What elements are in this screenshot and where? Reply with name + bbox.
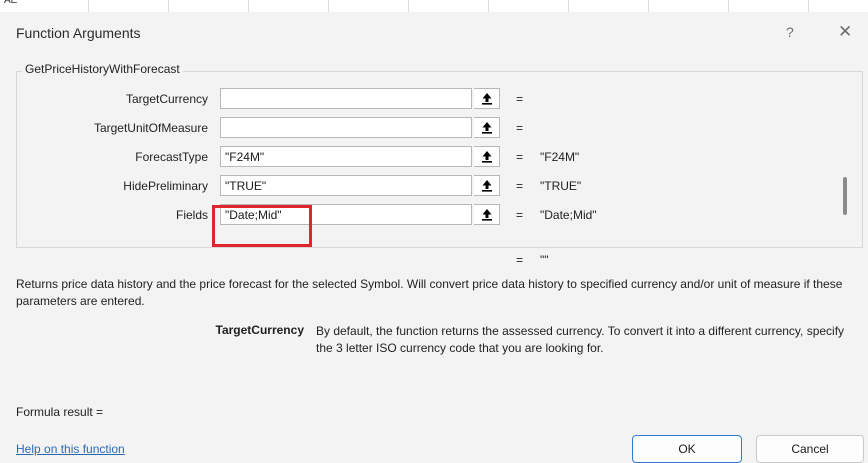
arg-result-forecasttype: "F24M": [540, 150, 580, 164]
arg-label-fields: Fields: [175, 208, 208, 222]
grid-line: [568, 0, 569, 12]
function-result-value: "": [540, 253, 549, 267]
help-on-function-link[interactable]: Help on this function: [16, 442, 125, 456]
question-mark-icon[interactable]: ?: [786, 24, 794, 40]
grid-line: [168, 0, 169, 12]
arg-label-targetunitofmeasure: TargetUnitOfMeasure: [93, 121, 208, 135]
cancel-button[interactable]: Cancel: [756, 435, 864, 463]
grid-line: [408, 0, 409, 12]
param-help-text: By default, the function returns the ass…: [316, 324, 845, 355]
arg-input-targetcurrency[interactable]: [220, 88, 472, 109]
param-help-name: TargetCurrency: [215, 323, 304, 337]
grid-line: [488, 0, 489, 12]
arg-label-targetcurrency: TargetCurrency: [125, 92, 208, 106]
highlight-box: [212, 205, 312, 247]
scrollbar-thumb[interactable]: [843, 177, 847, 215]
collapse-dialog-arrow-icon[interactable]: [474, 117, 500, 138]
collapse-dialog-arrow-icon[interactable]: [474, 146, 500, 167]
equals-sign: =: [516, 150, 524, 164]
equals-sign: =: [516, 179, 524, 193]
arg-input-targetunitofmeasure[interactable]: [220, 117, 472, 138]
function-arguments-dialog: Function Arguments ? ✕ GetPriceHistoryWi…: [0, 12, 868, 463]
close-icon[interactable]: ✕: [838, 22, 852, 42]
cell-fragment: AE: [4, 0, 18, 6]
grid-line: [648, 0, 649, 12]
function-description: Returns price data history and the price…: [16, 277, 843, 308]
formula-result-label: Formula result =: [16, 405, 104, 419]
grid-line: [808, 0, 809, 12]
function-result-equals: =: [516, 253, 524, 267]
arg-label-forecasttype: ForecastType: [135, 150, 208, 164]
collapse-dialog-arrow-icon[interactable]: [474, 204, 500, 225]
arg-input-forecasttype[interactable]: [220, 146, 472, 167]
grid-line: [248, 0, 249, 12]
dialog-title: Function Arguments: [16, 25, 141, 41]
grid-line: [88, 0, 89, 12]
equals-sign: =: [516, 92, 524, 106]
arg-result-hidepreliminary: "TRUE": [540, 179, 582, 193]
equals-sign: =: [516, 121, 524, 135]
collapse-dialog-arrow-icon[interactable]: [474, 88, 500, 109]
arg-label-hidepreliminary: HidePreliminary: [123, 179, 208, 193]
grid-line: [328, 0, 329, 12]
function-name: GetPriceHistoryWithForecast: [22, 62, 183, 76]
equals-sign: =: [516, 208, 524, 222]
arg-input-hidepreliminary[interactable]: [220, 175, 472, 196]
collapse-dialog-arrow-icon[interactable]: [474, 175, 500, 196]
arg-result-fields: "Date;Mid": [540, 208, 597, 222]
ok-button[interactable]: OK: [632, 435, 742, 463]
grid-line: [728, 0, 729, 12]
